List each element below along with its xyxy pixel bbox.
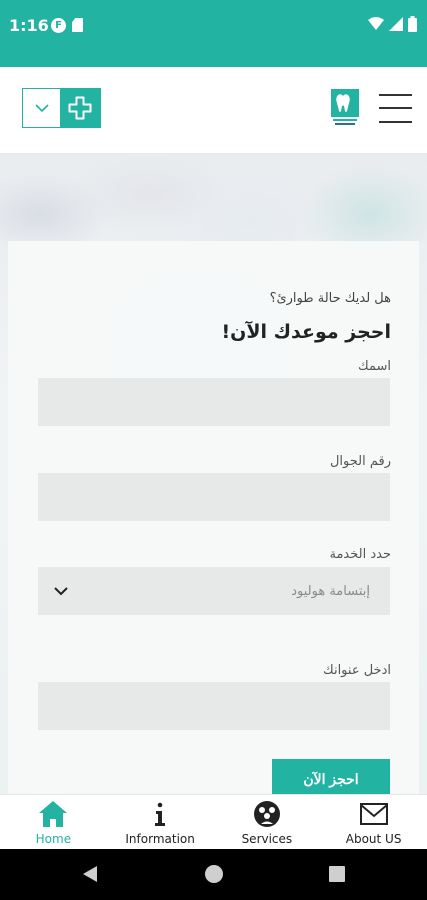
wifi-icon — [368, 17, 384, 30]
dental-clinic-logo[interactable] — [331, 89, 359, 127]
nav-item-about-us[interactable]: About US — [320, 795, 427, 849]
name-label: اسمك — [358, 359, 391, 374]
emergency-question: هل لديك حالة طوارئ؟ — [269, 291, 391, 306]
address-label: ادخل عنوانك — [323, 663, 391, 678]
back-icon[interactable] — [82, 865, 98, 883]
f-notification-icon: F — [51, 18, 66, 33]
header-actions — [22, 88, 101, 128]
signal-icon — [389, 17, 403, 31]
medical-action-button[interactable] — [60, 89, 100, 127]
form-title: احجز موعدك الآن! — [221, 321, 391, 343]
nav-label-home: Home — [35, 832, 72, 846]
phone-field[interactable] — [38, 473, 390, 521]
service-label: حدد الخدمة — [329, 547, 391, 562]
status-bar: 1:16 F — [0, 0, 427, 67]
book-now-button[interactable]: احجز الآن — [272, 759, 390, 799]
services-icon — [253, 801, 280, 827]
address-field[interactable] — [38, 682, 390, 730]
status-right-icons — [368, 16, 417, 32]
service-select-value: إبتسامة هوليود — [291, 583, 370, 599]
status-time: 1:16 — [9, 16, 49, 35]
system-navigation-bar — [0, 849, 427, 900]
phone-label: رقم الجوال — [329, 454, 391, 469]
nav-label-information: Information — [125, 832, 195, 846]
recent-apps-icon[interactable] — [329, 866, 345, 882]
chevron-down-icon — [34, 103, 49, 112]
nav-label-about-us: About US — [345, 832, 402, 846]
service-select[interactable]: إبتسامة هوليود — [38, 567, 390, 615]
chevron-down-icon — [54, 586, 68, 595]
header-dropdown-button[interactable] — [23, 89, 60, 127]
home-icon — [39, 801, 68, 827]
booking-form-card: هل لديك حالة طوارئ؟ احجز موعدك الآن! اسم… — [8, 241, 419, 799]
nav-label-services: Services — [241, 832, 293, 846]
nav-item-home[interactable]: Home — [0, 795, 107, 849]
name-field[interactable] — [38, 378, 390, 426]
mail-icon — [359, 803, 388, 825]
nav-item-information[interactable]: Information — [107, 795, 214, 849]
home-button-icon[interactable] — [205, 865, 223, 883]
medical-cross-icon — [68, 96, 92, 120]
battery-icon — [408, 16, 417, 32]
app-header — [0, 67, 427, 154]
info-icon — [155, 802, 166, 826]
nav-item-services[interactable]: Services — [214, 795, 321, 849]
status-left-icons: F — [51, 18, 83, 33]
sim-card-icon — [72, 18, 83, 32]
bottom-navigation: Home Information Services About US — [0, 794, 427, 849]
hamburger-menu-icon[interactable] — [379, 94, 412, 124]
